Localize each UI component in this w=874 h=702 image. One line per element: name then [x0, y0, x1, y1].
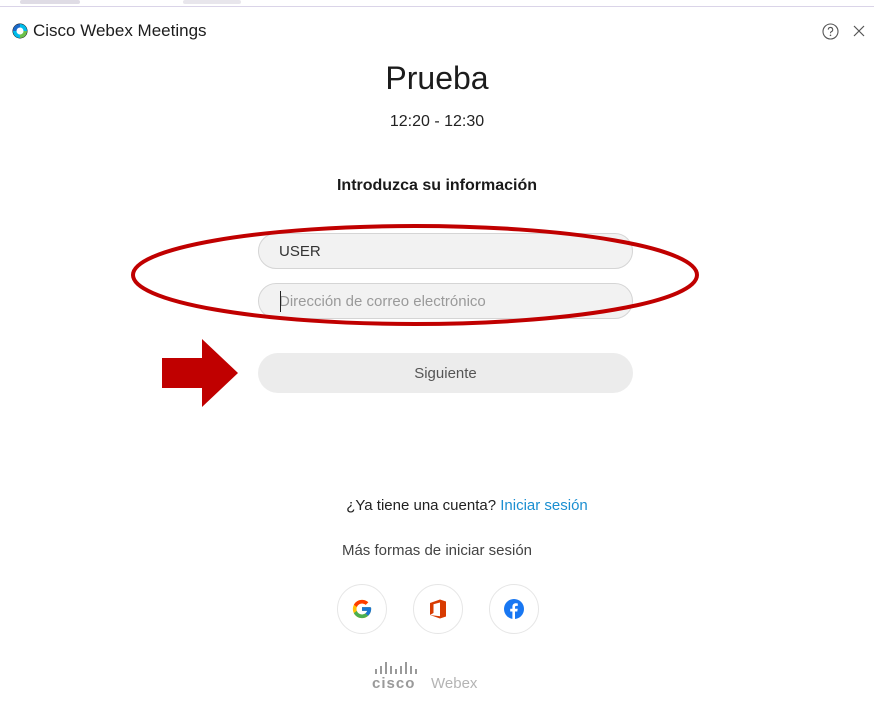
next-button[interactable]: Siguiente: [258, 353, 633, 393]
app-title: Cisco Webex Meetings: [33, 21, 207, 40]
cisco-webex-logo: cisco Webex: [370, 658, 510, 702]
annotation-ellipse: [131, 224, 699, 326]
office-signin-button[interactable]: [413, 584, 463, 634]
facebook-signin-button[interactable]: [489, 584, 539, 634]
meeting-time: 12:20 - 12:30: [389, 113, 485, 130]
meeting-title: Prueba: [385, 60, 489, 96]
account-prompt: ¿Ya tiene una cuenta?: [346, 497, 497, 514]
close-icon[interactable]: [851, 23, 867, 39]
annotation-arrow: [162, 339, 238, 407]
facebook-icon: [504, 599, 524, 619]
background-window-strip: [0, 0, 874, 10]
more-signin-options-label: Más formas de iniciar sesión: [341, 542, 533, 559]
background-fragment: [20, 0, 80, 4]
webex-app-icon: [12, 23, 28, 39]
signin-link[interactable]: Iniciar sesión: [500, 497, 588, 514]
title-bar: Cisco Webex Meetings: [0, 14, 874, 48]
account-prompt-line: ¿Ya tiene una cuenta? Iniciar sesión: [0, 497, 874, 514]
google-icon: [352, 599, 372, 619]
google-signin-button[interactable]: [337, 584, 387, 634]
cisco-bars-icon: [375, 662, 417, 674]
form-heading: Introduzca su información: [336, 177, 537, 194]
background-fragment: [183, 0, 241, 4]
divider: [0, 6, 874, 7]
webex-wordmark: Webex: [431, 675, 478, 692]
help-icon[interactable]: [822, 23, 839, 40]
office-icon: [430, 599, 446, 619]
cisco-wordmark: cisco: [372, 675, 416, 692]
